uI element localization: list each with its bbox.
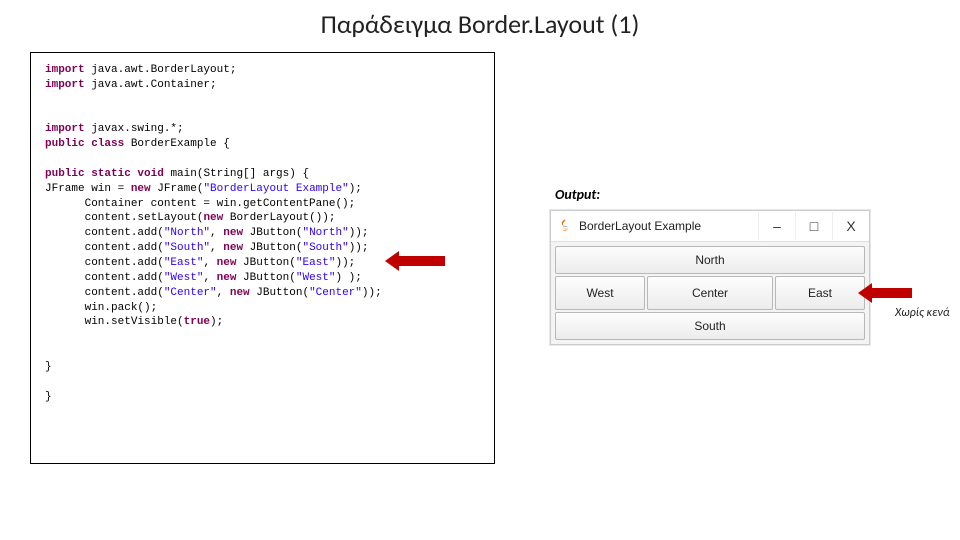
output-label: Output: bbox=[555, 186, 600, 203]
maximize-button[interactable]: □ bbox=[795, 212, 832, 240]
arrow-window-icon bbox=[870, 288, 912, 298]
java-icon bbox=[557, 218, 573, 234]
window-title: BorderLayout Example bbox=[579, 219, 701, 233]
minimize-button[interactable]: – bbox=[758, 212, 795, 240]
center-button[interactable]: Center bbox=[647, 276, 773, 310]
content-pane: North West Center East South bbox=[551, 242, 869, 344]
titlebar: BorderLayout Example – □ X bbox=[551, 211, 869, 242]
arrow-window-head-icon bbox=[858, 283, 872, 303]
close-button[interactable]: X bbox=[832, 212, 869, 240]
arrow-code-icon bbox=[395, 256, 445, 266]
east-button[interactable]: East bbox=[775, 276, 865, 310]
slide-title: Παράδειγμα Border.Layout (1) bbox=[0, 0, 960, 40]
arrow-code-head-icon bbox=[385, 251, 399, 271]
west-button[interactable]: West bbox=[555, 276, 645, 310]
north-button[interactable]: North bbox=[555, 246, 865, 274]
annotation-no-gaps: Χωρίς κενά bbox=[895, 306, 950, 320]
south-button[interactable]: South bbox=[555, 312, 865, 340]
example-window: BorderLayout Example – □ X North West Ce… bbox=[550, 210, 870, 345]
